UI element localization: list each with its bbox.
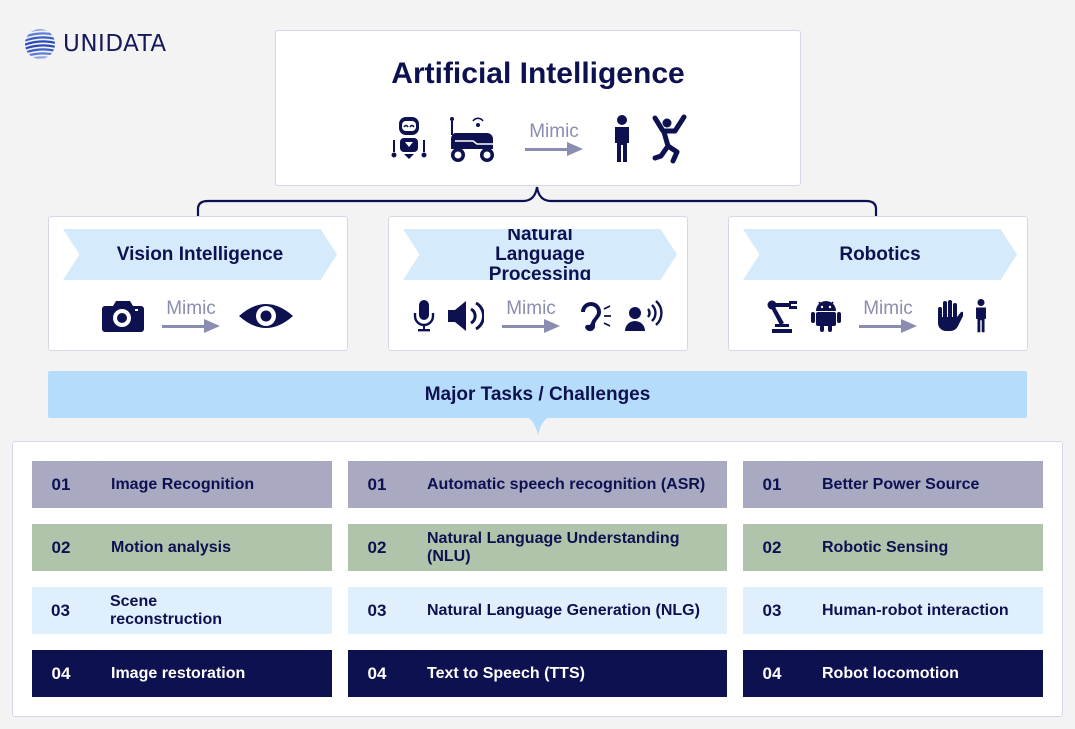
mimic-label: Mimic: [166, 298, 216, 319]
task-label: Robot locomotion: [798, 650, 1043, 697]
ear-icon: [581, 302, 611, 332]
arrow-right-icon: [525, 142, 583, 156]
ai-mimic-row: Mimic: [276, 109, 800, 169]
arrow-right-icon: [162, 319, 220, 333]
mimic-arrow-group: Mimic: [859, 299, 917, 333]
major-tasks-banner: Major Tasks / Challenges: [48, 371, 1027, 418]
task-item: 01 Automatic speech recognition (ASR): [348, 461, 727, 508]
task-number: 04: [743, 650, 801, 697]
task-item: 04 Image restoration: [32, 650, 332, 697]
task-label: Image restoration: [87, 650, 332, 697]
tasks-panel: 01 Image Recognition 02 Motion analysis …: [12, 441, 1063, 717]
task-number: 03: [348, 587, 406, 634]
task-item: 03 Natural Language Generation (NLG): [348, 587, 727, 634]
arrow-right-icon: [502, 319, 560, 333]
category-vision-intelligence: Vision Intelligence Mimic: [48, 216, 348, 351]
ai-root-box: Artificial Intelligence Mimic: [275, 30, 801, 186]
task-label: Scene reconstruction: [85, 587, 332, 634]
brand-name: UNIDATA: [63, 31, 167, 57]
task-number: 04: [32, 650, 90, 697]
task-number: 02: [743, 524, 801, 571]
mimic-arrow-group: Mimic: [162, 299, 220, 333]
mimic-label: Mimic: [529, 121, 579, 142]
task-number: 02: [32, 524, 90, 571]
mimic-label: Mimic: [863, 298, 913, 319]
task-label: Text to Speech (TTS): [403, 650, 727, 697]
arrow-right-icon: [859, 319, 917, 333]
category-title: Vision Intelligence: [63, 229, 337, 280]
ai-title: Artificial Intelligence: [391, 57, 685, 90]
task-label: Natural Language Understanding (NLU): [403, 524, 727, 571]
task-number: 03: [743, 587, 801, 634]
hand-icon: [938, 300, 963, 332]
task-number: 04: [348, 650, 406, 697]
task-label: Automatic speech recognition (ASR): [403, 461, 727, 508]
task-number: 03: [32, 587, 89, 634]
banner-pointer: [526, 417, 550, 435]
category-title: Robotics: [743, 229, 1017, 280]
category-mimic-row: Mimic: [729, 293, 1027, 339]
task-number: 01: [743, 461, 801, 508]
speaker-icon: [448, 301, 484, 331]
category-title: Natural Language Processing: [403, 229, 677, 280]
task-item: 02 Robotic Sensing: [743, 524, 1043, 571]
camera-icon: [102, 301, 144, 332]
task-label: Natural Language Generation (NLG): [403, 587, 727, 634]
task-item: 04 Robot locomotion: [743, 650, 1043, 697]
mimic-label: Mimic: [506, 298, 556, 319]
microphone-icon: [413, 300, 435, 332]
category-mimic-row: Mimic: [49, 293, 347, 339]
task-item: 01 Better Power Source: [743, 461, 1043, 508]
task-item: 01 Image Recognition: [32, 461, 332, 508]
task-number: 01: [348, 461, 406, 508]
android-icon: [811, 301, 841, 332]
person-jumping-icon: [652, 114, 687, 164]
task-item: 02 Natural Language Understanding (NLU): [348, 524, 727, 571]
hierarchy-bracket: [196, 186, 878, 217]
mimic-arrow-group: Mimic: [502, 299, 560, 333]
task-number: 01: [32, 461, 90, 508]
category-natural-language-processing: Natural Language Processing Mimic: [388, 216, 688, 351]
task-item: 03 Human-robot interaction: [743, 587, 1043, 634]
task-item: 04 Text to Speech (TTS): [348, 650, 727, 697]
eye-icon: [239, 304, 293, 328]
unidata-logo: UNIDATA: [24, 27, 167, 61]
task-item: 03 Scene reconstruction: [32, 587, 332, 634]
robotic-arm-icon: [767, 300, 797, 333]
task-label: Better Power Source: [798, 461, 1043, 508]
task-label: Motion analysis: [87, 524, 332, 571]
category-mimic-row: Mimic: [389, 293, 687, 339]
person-standing-icon: [976, 299, 986, 333]
task-item: 02 Motion analysis: [32, 524, 332, 571]
mimic-arrow-group: Mimic: [525, 122, 583, 156]
globe-logo-icon: [25, 29, 55, 59]
category-robotics: Robotics Mimic: [728, 216, 1028, 351]
person-standing-icon: [615, 115, 629, 162]
rover-robot-icon: [450, 117, 494, 162]
task-number: 02: [348, 524, 406, 571]
robot-icon: [391, 117, 427, 159]
person-speaking-icon: [625, 300, 663, 331]
task-label: Human-robot interaction: [798, 587, 1043, 634]
task-label: Image Recognition: [87, 461, 332, 508]
task-label: Robotic Sensing: [798, 524, 1043, 571]
